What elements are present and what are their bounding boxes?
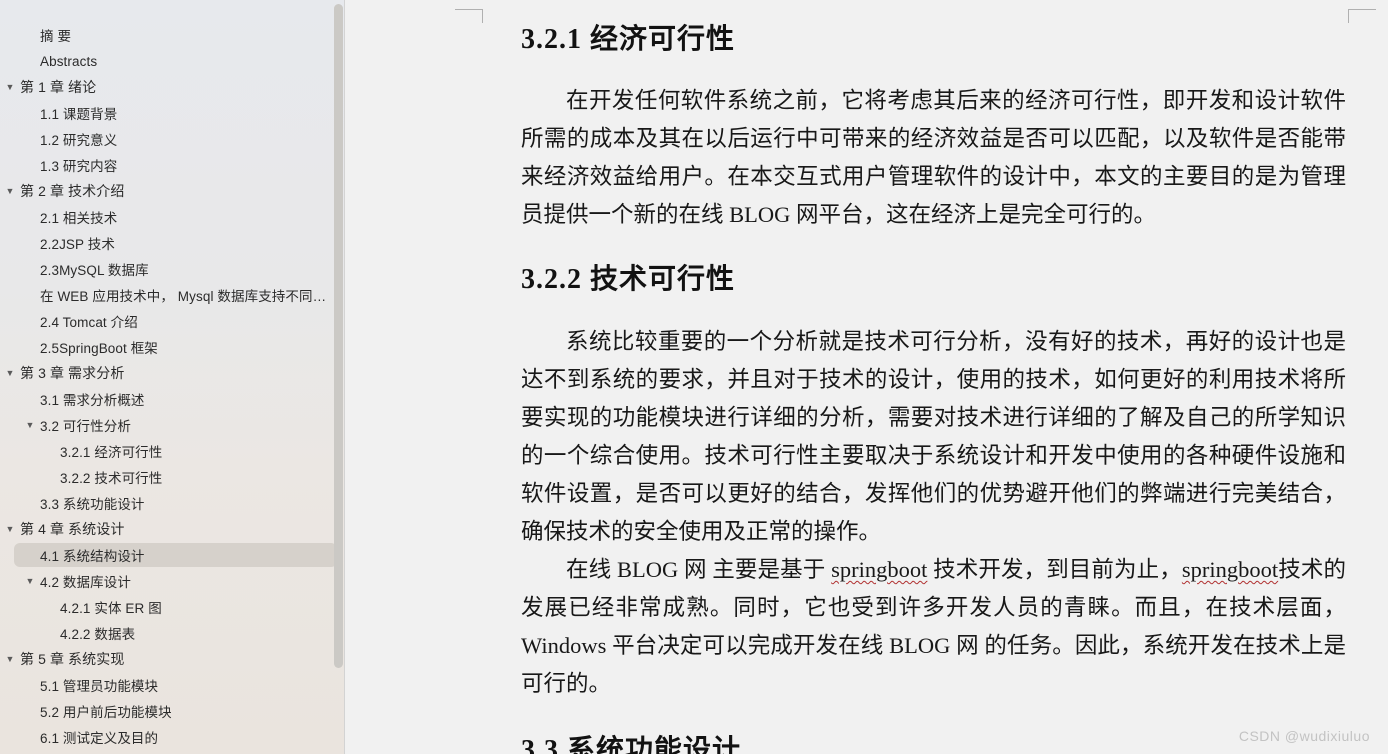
nav-item-label: 4.1 系统结构设计 [40,549,145,564]
nav-item-17[interactable]: 3.2.2 技术可行性 [0,464,345,490]
nav-item-label: 3.1 需求分析概述 [40,393,145,408]
nav-item-0[interactable]: 摘 要 [0,22,345,48]
nav-item-label: 第 5 章 系统实现 [20,651,125,667]
navigation-pane: 摘 要 Abstracts ▼ 第 1 章 绪论 1.1 课题背景 1.2 研究意义 1.3… [0,0,345,754]
margin-corner-mark-top-left [455,9,483,23]
nav-item-label: 摘 要 [40,29,72,44]
nav-item-label: 第 1 章 绪论 [20,79,97,95]
nav-item-10[interactable]: 在 WEB 应用技术中， Mysql 数据库支持不同的操作 … [0,282,345,308]
navigation-scrollbar[interactable] [334,0,343,754]
nav-item-label: 2.5SpringBoot 框架 [40,341,158,356]
csdn-watermark: CSDN @wudixiuluo [1238,728,1370,744]
nav-item-label: 1.3 研究内容 [40,159,118,174]
nav-item-8[interactable]: 2.2JSP 技术 [0,230,345,256]
chevron-down-icon[interactable]: ▼ [20,420,40,430]
misspelled-word-springboot-first[interactable]: springboot [831,557,927,582]
chevron-down-icon[interactable]: ▼ [0,82,20,92]
springboot-text-part1: 在线 BLOG 网 主要是基于 [566,556,832,582]
nav-item-9[interactable]: 2.3MySQL 数据库 [0,256,345,282]
heading-3-2-1-economic-feasibility: 3.2.1 经济可行性 [521,24,736,55]
nav-item-label: 4.2.1 实体 ER 图 [60,601,162,616]
chevron-down-icon[interactable]: ▼ [0,654,20,664]
nav-item-16[interactable]: 3.2.1 经济可行性 [0,438,345,464]
nav-item-label: 2.2JSP 技术 [40,237,115,252]
paragraph-springboot: 在线 BLOG 网 主要是基于 springboot 技术开发，到目前为止，sp… [521,551,1346,703]
chevron-down-icon[interactable]: ▼ [0,186,20,196]
document-area: 3.2.1 经济可行性 在开发任何软件系统之前，它将考虑其后来的经济可行性，即开… [345,0,1388,754]
springboot-text-part2: 技术开发，到目前为止， [927,556,1182,582]
chevron-down-icon[interactable]: ▼ [0,524,20,534]
nav-item-7[interactable]: 2.1 相关技术 [0,204,345,230]
nav-item-22[interactable]: 4.2.1 实体 ER 图 [0,594,345,620]
heading-3-3-system-function-design: 3.3 系统功能设计 [521,734,742,754]
heading-3-2-2-technical-feasibility: 3.2.2 技术可行性 [521,264,736,296]
nav-item-label: 3.2 可行性分析 [40,419,131,434]
nav-item-27[interactable]: 6.1 测试定义及目的 [0,724,345,750]
nav-item-label: 3.2.2 技术可行性 [60,471,163,486]
nav-item-23[interactable]: 4.2.2 数据表 [0,620,345,646]
nav-item-label: 1.2 研究意义 [40,133,118,148]
nav-item-label: 5.1 管理员功能模块 [40,679,159,694]
word-window: 摘 要 Abstracts ▼ 第 1 章 绪论 1.1 课题背景 1.2 研究意义 1.3… [0,0,1388,754]
nav-item-label: 5.2 用户前后功能模块 [40,705,172,720]
nav-item-25[interactable]: 5.1 管理员功能模块 [0,672,345,698]
nav-item-label: 第 3 章 需求分析 [20,365,125,381]
nav-item-label: 2.3MySQL 数据库 [40,263,149,278]
chevron-down-icon[interactable]: ▼ [20,576,40,586]
document-page: 3.2.1 经济可行性 在开发任何软件系统之前，它将考虑其后来的经济可行性，即开… [345,0,1388,754]
nav-item-label: 6.1 测试定义及目的 [40,731,159,746]
navigation-scrollbar-thumb[interactable] [334,4,343,668]
nav-item-14[interactable]: 3.1 需求分析概述 [0,386,345,412]
nav-item-24[interactable]: ▼ 第 5 章 系统实现 [0,646,345,672]
nav-item-label: 第 2 章 技术介绍 [20,183,125,199]
nav-item-label: 在 WEB 应用技术中， Mysql 数据库支持不同的操作 … [40,289,345,304]
nav-item-6[interactable]: ▼ 第 2 章 技术介绍 [0,178,345,204]
nav-item-label: 2.4 Tomcat 介绍 [40,315,138,330]
nav-item-4[interactable]: 1.2 研究意义 [0,126,345,152]
nav-item-13[interactable]: ▼ 第 3 章 需求分析 [0,360,345,386]
nav-item-label: 3.3 系统功能设计 [40,497,145,512]
nav-item-label: 4.2 数据库设计 [40,575,131,590]
margin-corner-mark-top-right [1348,9,1376,23]
nav-item-label: 3.2.1 经济可行性 [60,445,163,460]
paragraph-economic-feasibility: 在开发任何软件系统之前，它将考虑其后来的经济可行性，即开发和设计软件所需的成本及… [521,88,1346,228]
paragraph-technical-feasibility: 系统比较重要的一个分析就是技术可行分析，没有好的技术，再好的设计也是达不到系统的… [521,328,1346,544]
chevron-down-icon[interactable]: ▼ [0,368,20,378]
nav-item-15[interactable]: ▼ 3.2 可行性分析 [0,412,345,438]
nav-item-label: 1.1 课题背景 [40,107,118,122]
nav-item-21[interactable]: ▼ 4.2 数据库设计 [0,568,345,594]
nav-item-label: 2.1 相关技术 [40,211,118,226]
nav-item-label: Abstracts [40,53,98,69]
nav-item-2[interactable]: ▼ 第 1 章 绪论 [0,74,345,100]
nav-item-12[interactable]: 2.5SpringBoot 框架 [0,334,345,360]
nav-item-1[interactable]: Abstracts [0,48,345,74]
nav-item-26[interactable]: 5.2 用户前后功能模块 [0,698,345,724]
nav-item-5[interactable]: 1.3 研究内容 [0,152,345,178]
nav-item-20[interactable]: 4.1 系统结构设计 [0,542,345,568]
nav-item-18[interactable]: 3.3 系统功能设计 [0,490,345,516]
nav-item-11[interactable]: 2.4 Tomcat 介绍 [0,308,345,334]
nav-item-label: 4.2.2 数据表 [60,627,136,642]
nav-item-label: 第 4 章 系统设计 [20,521,125,537]
navigation-heading-list: 摘 要 Abstracts ▼ 第 1 章 绪论 1.1 课题背景 1.2 研究意义 1.3… [0,0,345,750]
nav-item-19[interactable]: ▼ 第 4 章 系统设计 [0,516,345,542]
nav-item-3[interactable]: 1.1 课题背景 [0,100,345,126]
document-body[interactable]: 3.2.1 经济可行性 在开发任何软件系统之前，它将考虑其后来的经济可行性，即开… [345,0,1388,754]
misspelled-word-springboot-second[interactable]: springboot [1182,557,1278,582]
pane-divider[interactable] [344,0,345,754]
